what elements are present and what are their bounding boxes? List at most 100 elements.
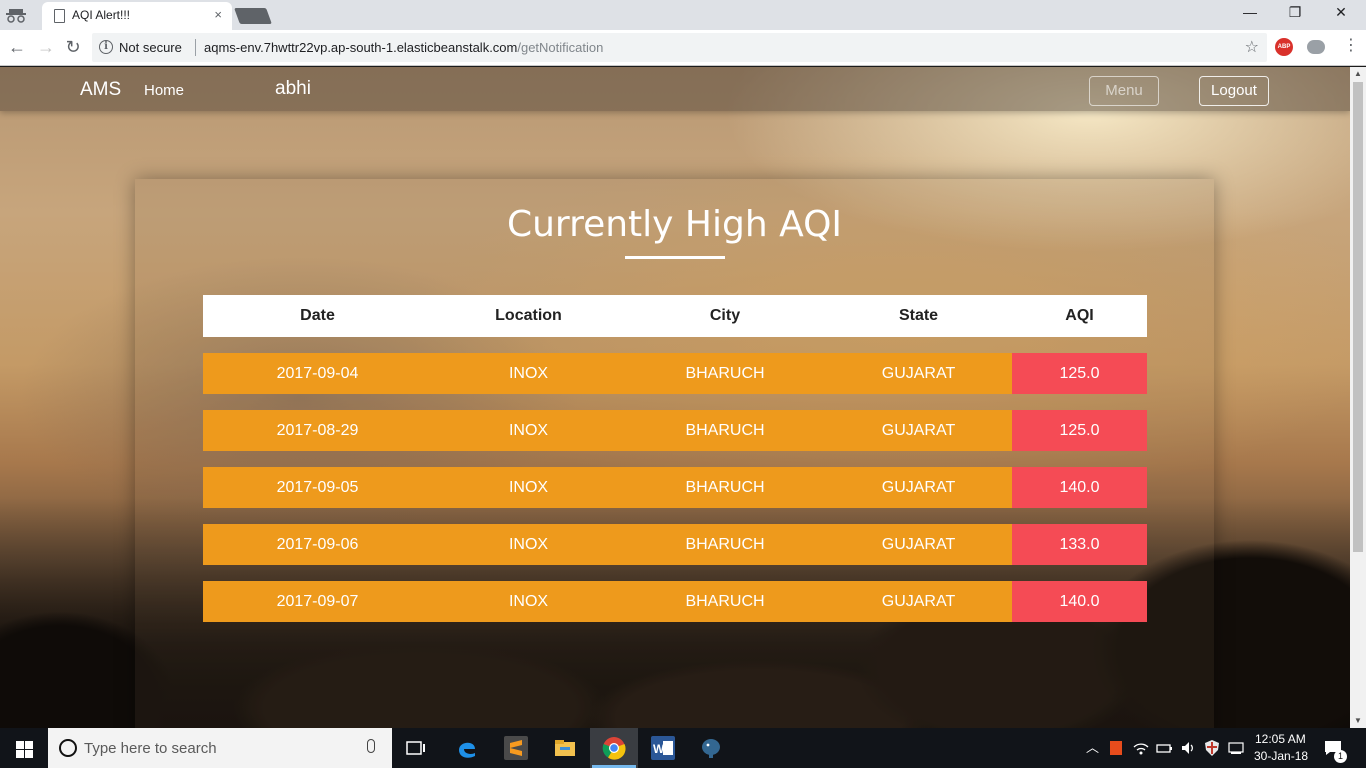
bookmark-star-icon[interactable]: ☆ bbox=[1245, 37, 1259, 57]
windows-logo-icon bbox=[16, 741, 24, 749]
power-icon[interactable] bbox=[1156, 740, 1174, 756]
scroll-thumb[interactable] bbox=[1353, 82, 1363, 552]
adblock-extension-icon[interactable]: ABP bbox=[1275, 38, 1293, 56]
cell-aqi: 125.0 bbox=[1012, 410, 1147, 451]
table-row: 2017-09-07 INOX BHARUCH GUJARAT 140.0 bbox=[203, 581, 1147, 622]
aqi-card: Currently High AQI Date Location City St… bbox=[135, 179, 1214, 728]
word-icon[interactable]: W bbox=[651, 736, 675, 760]
cell-date: 2017-09-07 bbox=[203, 581, 432, 622]
cell-state: GUJARAT bbox=[825, 353, 1012, 394]
notification-count-badge: 1 bbox=[1334, 750, 1347, 763]
address-bar[interactable]: i Not secure aqms-env.7hwttr22vp.ap-sout… bbox=[92, 33, 1267, 62]
page-title: Currently High AQI bbox=[506, 204, 843, 245]
cell-location: INOX bbox=[432, 467, 625, 508]
cell-date: 2017-08-29 bbox=[203, 410, 432, 451]
wifi-icon[interactable] bbox=[1133, 740, 1149, 756]
clock-time[interactable]: 12:05 AM bbox=[1255, 732, 1306, 746]
column-header-state: State bbox=[898, 307, 939, 324]
browser-tabstrip: AQI Alert!!! × — ❐ ✕ bbox=[0, 0, 1366, 30]
nav-username: abhi bbox=[275, 78, 311, 99]
info-icon[interactable]: i bbox=[99, 40, 113, 54]
forward-button[interactable]: → bbox=[35, 37, 57, 57]
search-placeholder: Type here to search bbox=[84, 740, 217, 757]
start-button[interactable] bbox=[0, 728, 48, 768]
cell-city: BHARUCH bbox=[625, 410, 825, 451]
volume-icon[interactable] bbox=[1180, 740, 1196, 756]
cell-city: BHARUCH bbox=[625, 581, 825, 622]
url-path: /getNotification bbox=[517, 40, 604, 55]
tab-title: AQI Alert!!! bbox=[72, 8, 131, 22]
taskbar-search-box[interactable]: Type here to search bbox=[48, 728, 392, 768]
cell-city: BHARUCH bbox=[625, 524, 825, 565]
cell-location: INOX bbox=[432, 353, 625, 394]
cell-state: GUJARAT bbox=[825, 581, 1012, 622]
url-text[interactable]: aqms-env.7hwttr22vp.ap-south-1.elasticbe… bbox=[204, 40, 603, 55]
table-row: 2017-09-04 INOX BHARUCH GUJARAT 125.0 bbox=[203, 353, 1147, 394]
table-row: 2017-08-29 INOX BHARUCH GUJARAT 125.0 bbox=[203, 410, 1147, 451]
chevron-up-icon[interactable]: ︿ bbox=[1086, 740, 1099, 756]
column-header-location: Location bbox=[495, 307, 562, 324]
column-header-city: City bbox=[709, 307, 741, 324]
column-header-date: Date bbox=[300, 307, 335, 324]
edge-icon[interactable] bbox=[455, 736, 479, 760]
browser-toolbar: ← → ↻ i Not secure aqms-env.7hwttr22vp.a… bbox=[0, 30, 1366, 66]
cell-aqi: 133.0 bbox=[1012, 524, 1147, 565]
tab-close-icon[interactable]: × bbox=[214, 7, 222, 23]
window-minimize-button[interactable]: — bbox=[1240, 4, 1260, 20]
cell-date: 2017-09-05 bbox=[203, 467, 432, 508]
scroll-up-arrow-icon[interactable]: ▲ bbox=[1350, 67, 1366, 81]
back-button[interactable]: ← bbox=[6, 37, 28, 57]
reload-button[interactable]: ↻ bbox=[62, 37, 84, 57]
cortana-icon bbox=[59, 739, 77, 757]
svg-text:W: W bbox=[653, 742, 665, 756]
cell-state: GUJARAT bbox=[825, 467, 1012, 508]
office-icon[interactable] bbox=[1110, 741, 1122, 755]
menu-button[interactable]: Menu bbox=[1089, 76, 1159, 106]
column-header-aqi: AQI bbox=[1065, 307, 1094, 324]
shield-icon[interactable] bbox=[1204, 739, 1220, 757]
nav-home-link[interactable]: Home bbox=[144, 82, 184, 99]
clock-date[interactable]: 30-Jan-18 bbox=[1254, 749, 1308, 763]
brand-link[interactable]: AMS bbox=[80, 79, 121, 101]
incognito-icon bbox=[6, 9, 26, 23]
cell-aqi: 140.0 bbox=[1012, 581, 1147, 622]
keyboard-icon[interactable] bbox=[1228, 741, 1244, 755]
window-close-button[interactable]: ✕ bbox=[1331, 4, 1351, 21]
title-underline bbox=[625, 256, 725, 259]
postgres-icon[interactable] bbox=[699, 736, 723, 760]
table-header: Date Location City State AQI bbox=[203, 295, 1147, 337]
site-navbar: AMS Home abhi Menu Logout bbox=[0, 67, 1350, 111]
cell-state: GUJARAT bbox=[825, 524, 1012, 565]
page-viewport: AMS Home abhi Menu Logout Currently High… bbox=[0, 67, 1350, 728]
cell-date: 2017-09-06 bbox=[203, 524, 432, 565]
windows-taskbar: Type here to search W ︿ 12:05 AM 30-Jan-… bbox=[0, 728, 1366, 768]
page-favicon-icon bbox=[54, 9, 65, 23]
security-label[interactable]: Not secure bbox=[119, 40, 182, 55]
cell-location: INOX bbox=[432, 410, 625, 451]
cell-city: BHARUCH bbox=[625, 467, 825, 508]
cell-location: INOX bbox=[432, 524, 625, 565]
cell-aqi: 125.0 bbox=[1012, 353, 1147, 394]
url-host: aqms-env.7hwttr22vp.ap-south-1.elasticbe… bbox=[204, 40, 518, 55]
browser-tab-active[interactable]: AQI Alert!!! × bbox=[42, 2, 232, 30]
cell-city: BHARUCH bbox=[625, 353, 825, 394]
window-restore-button[interactable]: ❐ bbox=[1285, 4, 1305, 21]
cell-state: GUJARAT bbox=[825, 410, 1012, 451]
new-tab-button[interactable] bbox=[234, 8, 272, 24]
cell-date: 2017-09-04 bbox=[203, 353, 432, 394]
address-separator bbox=[195, 39, 196, 56]
table-row: 2017-09-05 INOX BHARUCH GUJARAT 140.0 bbox=[203, 467, 1147, 508]
file-explorer-icon[interactable] bbox=[553, 736, 577, 760]
cell-location: INOX bbox=[432, 581, 625, 622]
logout-button[interactable]: Logout bbox=[1199, 76, 1269, 106]
microphone-icon[interactable] bbox=[367, 739, 375, 753]
task-view-icon[interactable] bbox=[404, 736, 428, 760]
browser-menu-icon[interactable]: ⋮ bbox=[1343, 36, 1359, 56]
cell-aqi: 140.0 bbox=[1012, 467, 1147, 508]
page-scrollbar[interactable]: ▲ ▼ bbox=[1350, 67, 1366, 728]
cloud-extension-icon[interactable] bbox=[1307, 40, 1325, 54]
sublime-icon[interactable] bbox=[504, 736, 528, 760]
chrome-icon[interactable] bbox=[602, 736, 626, 760]
scroll-down-arrow-icon[interactable]: ▼ bbox=[1350, 714, 1366, 728]
table-row: 2017-09-06 INOX BHARUCH GUJARAT 133.0 bbox=[203, 524, 1147, 565]
